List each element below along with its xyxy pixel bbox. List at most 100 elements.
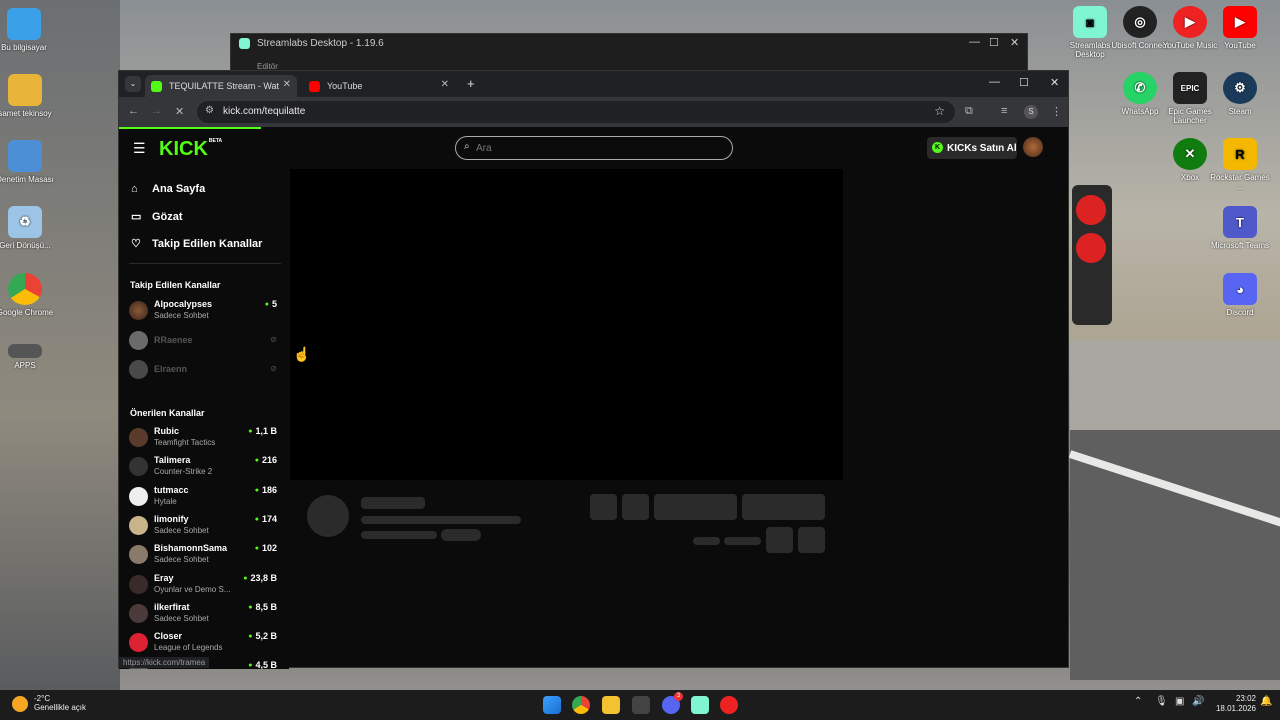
followed-channel[interactable]: Elraenn ⊘ <box>129 358 279 386</box>
offline-icon: ⊘ <box>270 335 277 344</box>
control-panel-icon <box>8 140 42 172</box>
suggested-channel[interactable]: TalimeraCounter-Strike 2216 <box>129 455 279 483</box>
desktop-icon-rockstar[interactable]: R Rockstar Games ... <box>1208 138 1272 191</box>
suggested-channel[interactable]: tutmaccHytale186 <box>129 485 279 513</box>
desktop-icon-apps[interactable]: APPS <box>0 344 57 370</box>
skeleton-line <box>361 516 521 524</box>
clock[interactable]: 23:02 18.01.2026 <box>1212 694 1256 714</box>
youtube-favicon-icon <box>309 81 320 92</box>
bookmark-star-icon[interactable]: ☆ <box>934 104 945 118</box>
kick-logo[interactable]: KICKBETA <box>159 138 222 161</box>
avatar <box>129 487 148 506</box>
stop-loading-icon[interactable]: ✕ <box>175 105 184 118</box>
video-player[interactable] <box>290 169 843 480</box>
site-info-icon[interactable]: ⚙ <box>205 105 214 116</box>
minimize-icon[interactable]: — <box>969 36 980 48</box>
teams-icon: T <box>1223 206 1257 238</box>
rockstar-icon: R <box>1223 138 1257 170</box>
kick-favicon-icon <box>151 81 162 92</box>
suggested-channel[interactable]: ErayOyunlar ve Demo S...23,8 B <box>129 573 279 601</box>
tab-youtube[interactable]: YouTube ✕ <box>303 75 455 97</box>
streamlabs-window[interactable]: Streamlabs Desktop - 1.19.6 — ☐ ✕ Editör <box>230 33 1028 73</box>
chrome-icon <box>8 273 42 305</box>
extensions-icon[interactable]: ⧉ <box>965 105 973 118</box>
nav-following[interactable]: ♡ Takip Edilen Kanallar <box>131 237 262 251</box>
ubisoft-icon: ◎ <box>1123 6 1157 38</box>
suggested-channel[interactable]: RubicTeamfight Tactics1,1 B <box>129 426 279 454</box>
hand-cursor-icon: ☝ <box>293 346 311 362</box>
minimize-icon[interactable]: — <box>989 76 1000 88</box>
desktop-icon-control-panel[interactable]: Denetim Masası <box>0 140 57 184</box>
heart-icon: ♡ <box>131 238 141 250</box>
skeleton-line <box>361 531 437 539</box>
nav-browse[interactable]: ▭ Gözat <box>131 210 183 224</box>
viewer-count: 216 <box>255 455 277 465</box>
network-icon[interactable]: ▣ <box>1175 696 1184 707</box>
desktop-icon-youtube[interactable]: ▶ YouTube <box>1208 6 1272 50</box>
volume-icon[interactable]: 🔊 <box>1192 696 1204 707</box>
maximize-icon[interactable]: ☐ <box>1019 76 1029 89</box>
buy-kicks-button[interactable]: K KICKs Satın Al <box>927 137 1017 159</box>
desktop-icon-steam[interactable]: ⚙ Steam <box>1208 72 1272 116</box>
monitor-icon <box>7 8 41 40</box>
new-tab-button[interactable]: + <box>467 76 475 91</box>
notification-bell-icon[interactable]: 🔔 <box>1260 696 1272 707</box>
forward-icon[interactable]: → <box>151 105 162 117</box>
maximize-icon[interactable]: ☐ <box>989 36 999 49</box>
sidebar-divider <box>129 263 281 264</box>
desktop-icon-recycle-bin[interactable]: ♻ Geri Dönüşü... <box>0 206 57 250</box>
avatar <box>129 545 148 564</box>
avatar <box>129 633 148 652</box>
menu-kebab-icon[interactable]: ⋮ <box>1051 105 1062 118</box>
desktop-icon-this-pc[interactable]: Bu bilgisayar <box>0 8 56 52</box>
close-icon[interactable]: ✕ <box>1010 36 1019 49</box>
wallpaper-road <box>1070 430 1280 680</box>
profile-avatar[interactable]: S <box>1024 105 1038 119</box>
tab-kick[interactable]: TEQUILATTE Stream - Watch Li... ✕ <box>145 75 297 97</box>
tab-kick-label: TEQUILATTE Stream - Watch Li... <box>169 81 279 91</box>
suggested-channel[interactable]: limonifySadece Sohbet174 <box>129 514 279 542</box>
viewer-count: 5,2 B <box>248 631 277 641</box>
skeleton-button <box>622 494 649 520</box>
suggested-section-title: Önerilen Kanallar <box>130 408 205 418</box>
start-button[interactable] <box>543 696 561 714</box>
streamlabs-icon: ◙ <box>1073 6 1107 38</box>
followed-channel[interactable]: Alpocalypses Sadece Sohbet 5 <box>129 299 279 327</box>
hamburger-menu-icon[interactable]: ☰ <box>133 140 146 157</box>
skeleton-button <box>766 527 793 553</box>
folder-icon <box>8 74 42 106</box>
suggested-channel[interactable]: BishamonnSamaSadece Sohbet102 <box>129 543 279 571</box>
desktop-icon-user-folder[interactable]: samet tekinsoy <box>0 74 57 118</box>
address-bar[interactable]: ⚙ kick.com/tequilatte ☆ <box>197 101 955 123</box>
youtube-music-taskbar-icon[interactable] <box>720 696 738 714</box>
suggested-channel[interactable]: ilkerfiratSadece Sohbet8,5 B <box>129 602 279 630</box>
unity-hub-icon[interactable] <box>632 696 650 714</box>
streamlabs-taskbar-icon[interactable] <box>691 696 709 714</box>
desktop-icon-teams[interactable]: T Microsoft Teams <box>1208 206 1272 250</box>
discord-badge: 3 <box>674 692 683 701</box>
file-explorer-icon[interactable] <box>602 696 620 714</box>
desktop-icon-chrome[interactable]: Google Chrome <box>0 273 57 317</box>
back-icon[interactable]: ← <box>128 105 139 117</box>
search-box[interactable]: ⌕ <box>455 136 733 160</box>
tab-youtube-label: YouTube <box>327 81 363 91</box>
search-input[interactable] <box>476 140 716 156</box>
tab-close-icon[interactable]: ✕ <box>441 79 449 90</box>
url-text[interactable]: kick.com/tequilatte <box>223 106 305 117</box>
close-icon[interactable]: ✕ <box>1050 76 1059 89</box>
weather-widget[interactable]: -2°C Genellikle açık <box>34 694 86 712</box>
skeleton-button <box>798 527 825 553</box>
desktop-icon-discord[interactable]: ◕ Discord <box>1208 273 1272 317</box>
suggested-channel[interactable]: CloserLeague of Legends5,2 B <box>129 631 279 659</box>
microphone-icon[interactable]: 🎙 <box>1155 696 1168 707</box>
media-control-icon[interactable]: ≡ <box>1001 105 1007 117</box>
nav-home[interactable]: ⌂ Ana Sayfa <box>131 183 205 195</box>
user-avatar[interactable] <box>1023 137 1043 157</box>
chrome-taskbar-icon[interactable] <box>572 696 590 714</box>
tab-close-icon[interactable]: ✕ <box>283 79 291 90</box>
followed-channel[interactable]: RRaenee ⊘ <box>129 329 279 357</box>
tab-search-chevron-icon[interactable]: ⌄ <box>125 76 141 92</box>
wallpaper-wall <box>1070 340 1280 440</box>
tray-chevron-icon[interactable]: ⌃ <box>1134 696 1142 707</box>
chrome-window[interactable]: ⌄ TEQUILATTE Stream - Watch Li... ✕ YouT… <box>118 70 1069 669</box>
